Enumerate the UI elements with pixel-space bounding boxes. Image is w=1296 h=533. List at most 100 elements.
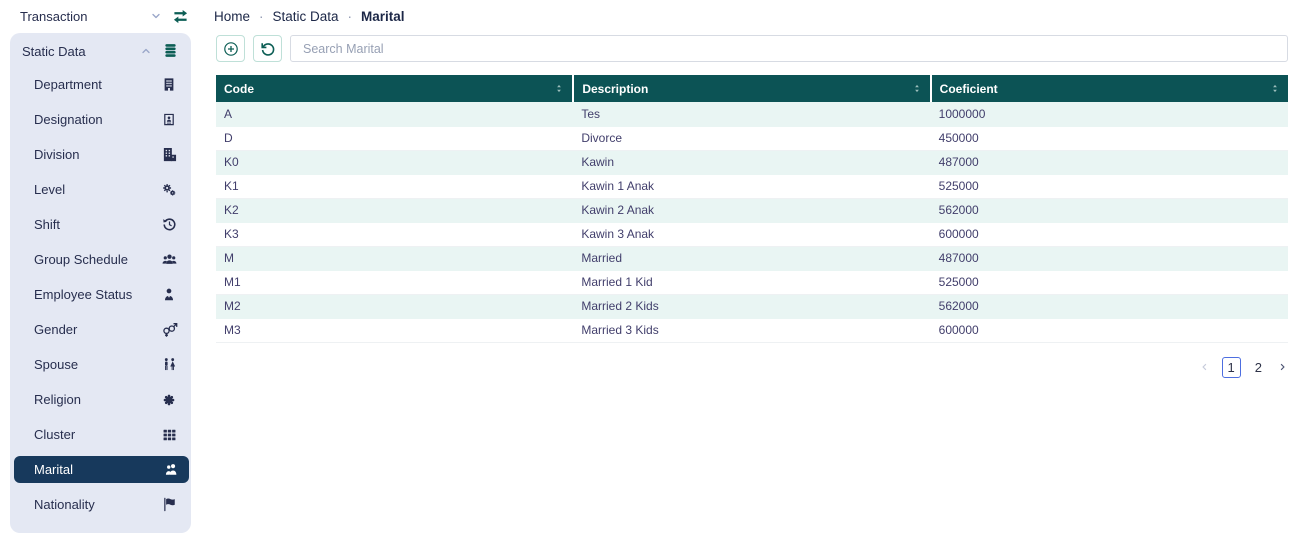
sidebar-item-cluster[interactable]: Cluster [10,417,191,452]
table-header-row: Code Description Coeficient [216,75,1288,102]
users-icon [160,252,178,268]
column-header-coeficient[interactable]: Coeficient [930,75,1288,102]
history-icon [160,217,178,233]
table-body: A Tes 1000000 D Divorce 450000 K0 Kawin … [216,102,1288,343]
sidebar-item-static-data[interactable]: Static Data [10,33,191,61]
cell-code: K3 [216,222,574,247]
sort-icon[interactable] [1270,82,1280,95]
table-row[interactable]: K2 Kawin 2 Anak 562000 [216,198,1288,223]
sidebar-item-label: Department [34,77,102,92]
sidebar-item-label: Division [34,147,80,162]
marital-table: Code Description Coeficient A Tes 100000… [216,75,1288,343]
cell-code: K2 [216,198,574,223]
search-input[interactable] [290,35,1288,62]
cell-description: Kawin [573,150,931,175]
sort-icon[interactable] [554,82,564,95]
cell-coeficient: 600000 [930,222,1288,247]
flag-icon [160,497,178,513]
refresh-button[interactable] [253,35,282,62]
cell-description: Kawin 2 Anak [573,198,931,223]
pagination-prev-button[interactable] [1199,357,1211,377]
toolbar [216,35,1288,62]
column-label: Code [224,81,254,96]
table-row[interactable]: D Divorce 450000 [216,126,1288,151]
sidebar: Transaction Static Data Department Desig… [0,0,201,533]
cell-description: Kawin 3 Anak [573,222,931,247]
sidebar-item-level[interactable]: Level [10,172,191,207]
cell-code: A [216,102,574,127]
sidebar-item-department[interactable]: Department [10,67,191,102]
sort-icon[interactable] [912,82,922,95]
cogs-icon [160,182,178,198]
pagination-next-button[interactable] [1276,357,1288,377]
cell-description: Married 1 Kid [573,270,931,295]
building-annex-icon [160,147,178,163]
table-row[interactable]: K1 Kawin 1 Anak 525000 [216,174,1288,199]
chevron-left-icon [1200,361,1209,373]
sidebar-item-label: Nationality [34,497,95,512]
sidebar-item-label: Religion [34,392,81,407]
column-label: Coeficient [939,81,998,96]
cell-coeficient: 600000 [930,318,1288,343]
cell-description: Married 3 Kids [573,318,931,343]
column-header-code[interactable]: Code [216,75,575,102]
breadcrumb-current: Marital [361,9,405,24]
table-row[interactable]: M1 Married 1 Kid 525000 [216,270,1288,295]
sidebar-item-spouse[interactable]: Spouse [10,347,191,382]
sidebar-item-employee-status[interactable]: Employee Status [10,277,191,312]
sidebar-item-shift[interactable]: Shift [10,207,191,242]
column-label: Description [582,81,649,96]
table-row[interactable]: K3 Kawin 3 Anak 600000 [216,222,1288,247]
cell-description: Married 2 Kids [573,294,931,319]
add-button[interactable] [216,35,245,62]
cell-coeficient: 562000 [930,198,1288,223]
sidebar-item-group-schedule[interactable]: Group Schedule [10,242,191,277]
sidebar-item-label: Marital [34,462,74,477]
chevron-right-icon [1278,361,1287,373]
sidebar-item-label: Spouse [34,357,79,372]
sidebar-item-religion[interactable]: Religion [10,382,191,417]
cell-code: M [216,246,574,271]
cell-code: D [216,126,574,151]
cell-code: K0 [216,150,574,175]
sidebar-item-label: Cluster [34,427,76,442]
venus-mars-icon [160,322,178,338]
cell-description: Kawin 1 Anak [573,174,931,199]
id-card-icon [160,112,178,128]
breadcrumb-static-data[interactable]: Static Data [273,9,339,24]
main-content: Home · Static Data · Marital Search Mari… [213,0,1288,378]
static-data-subnav: Department Designation Division Level Sh… [10,67,191,522]
sidebar-item-marital[interactable]: Marital [14,456,189,483]
table-row[interactable]: K0 Kawin 487000 [216,150,1288,175]
table-row[interactable]: M2 Married 2 Kids 562000 [216,294,1288,319]
sidebar-item-transaction[interactable]: Transaction [0,3,201,29]
table-row[interactable]: A Tes 1000000 [216,102,1288,127]
database-icon [161,43,179,59]
cell-code: M2 [216,294,574,319]
column-header-description[interactable]: Description [573,75,932,102]
pagination-page-2[interactable]: 2 [1252,357,1265,378]
sidebar-item-designation[interactable]: Designation [10,102,191,137]
chevron-down-icon [150,10,162,22]
cell-coeficient: 525000 [930,270,1288,295]
sidebar-item-label: Group Schedule [34,252,128,267]
sidebar-item-division[interactable]: Division [10,137,191,172]
pagination-page-1[interactable]: 1 [1221,356,1241,378]
chevron-up-icon [140,45,152,57]
exchange-icon [171,8,189,24]
table-row[interactable]: M3 Married 3 Kids 600000 [216,318,1288,343]
rosette-icon [160,392,178,408]
cell-description: Divorce [573,126,931,151]
breadcrumb-home[interactable]: Home [214,9,250,24]
user-tie-icon [160,287,178,303]
grid-icon [160,427,178,443]
cell-description: Tes [573,102,931,127]
static-data-panel: Static Data Department Designation Divis… [10,33,191,533]
restroom-icon [160,357,178,373]
sidebar-item-nationality[interactable]: Nationality [10,487,191,522]
people-icon [162,462,180,478]
sidebar-item-gender[interactable]: Gender [10,312,191,347]
cell-coeficient: 525000 [930,174,1288,199]
cell-coeficient: 487000 [930,150,1288,175]
table-row[interactable]: M Married 487000 [216,246,1288,271]
